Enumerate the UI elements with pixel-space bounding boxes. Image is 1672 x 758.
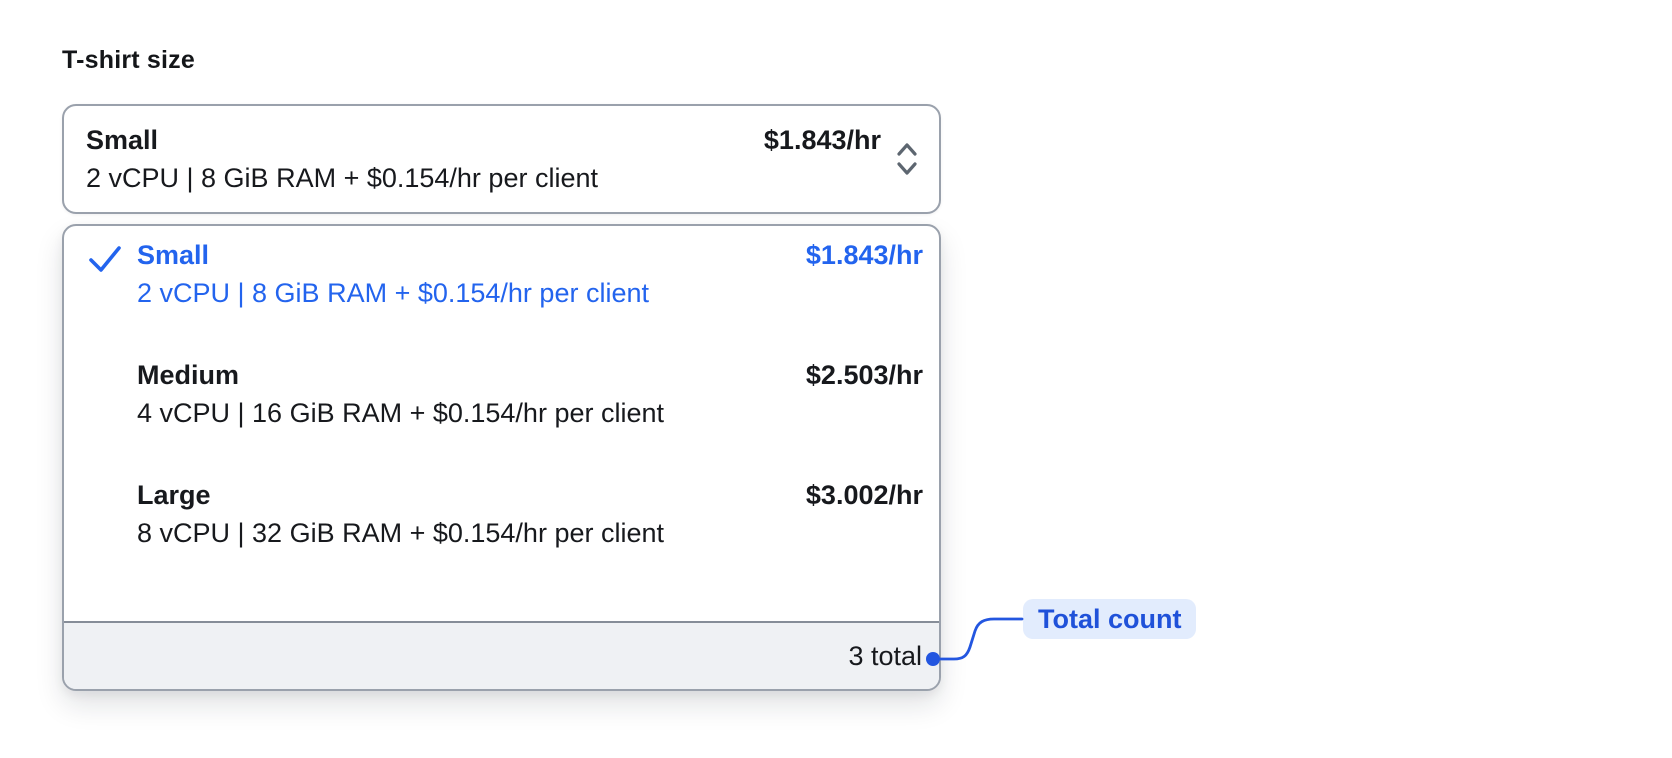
- page: { "field": { "label": "T-shirt size" }, …: [0, 0, 1672, 758]
- option-price: $1.843/hr: [805, 240, 923, 270]
- options-list: Small $1.843/hr 2 vCPU | 8 GiB RAM + $0.…: [64, 226, 939, 621]
- annotation-anchor-dot: [926, 652, 940, 666]
- option-price: $2.503/hr: [805, 360, 923, 390]
- check-placeholder: [88, 476, 137, 485]
- selected-value-price: $1.843/hr: [763, 125, 881, 155]
- selected-value-name: Small: [86, 125, 159, 155]
- selected-value-description: 2 vCPU | 8 GiB RAM + $0.154/hr per clien…: [86, 163, 598, 193]
- option-price: $3.002/hr: [805, 480, 923, 510]
- check-icon: [88, 236, 137, 278]
- chevron-up-down-icon: [894, 139, 920, 179]
- dropdown-footer: 3 total: [64, 621, 939, 689]
- check-placeholder: [88, 356, 137, 365]
- option-name: Medium: [137, 360, 240, 390]
- option-description: 8 vCPU | 32 GiB RAM + $0.154/hr per clie…: [137, 518, 665, 548]
- total-count-label: 3 total: [848, 640, 922, 671]
- option-description: 4 vCPU | 16 GiB RAM + $0.154/hr per clie…: [137, 398, 665, 428]
- size-select-dropdown: Small $1.843/hr 2 vCPU | 8 GiB RAM + $0.…: [62, 224, 941, 691]
- field-label: T-shirt size: [62, 46, 195, 74]
- option-name: Small: [137, 240, 210, 270]
- size-select-trigger[interactable]: Small $1.843/hr 2 vCPU | 8 GiB RAM + $0.…: [62, 104, 941, 214]
- annotation-connector-line: [938, 617, 1024, 661]
- annotation-total-count: Total count: [1023, 599, 1197, 639]
- option-large[interactable]: Large $3.002/hr 8 vCPU | 32 GiB RAM + $0…: [88, 476, 923, 552]
- annotation-label: Total count: [1038, 603, 1182, 634]
- option-description: 2 vCPU | 8 GiB RAM + $0.154/hr per clien…: [137, 278, 649, 308]
- option-medium[interactable]: Medium $2.503/hr 4 vCPU | 16 GiB RAM + $…: [88, 356, 923, 432]
- option-name: Large: [137, 480, 211, 510]
- option-small[interactable]: Small $1.843/hr 2 vCPU | 8 GiB RAM + $0.…: [88, 236, 923, 312]
